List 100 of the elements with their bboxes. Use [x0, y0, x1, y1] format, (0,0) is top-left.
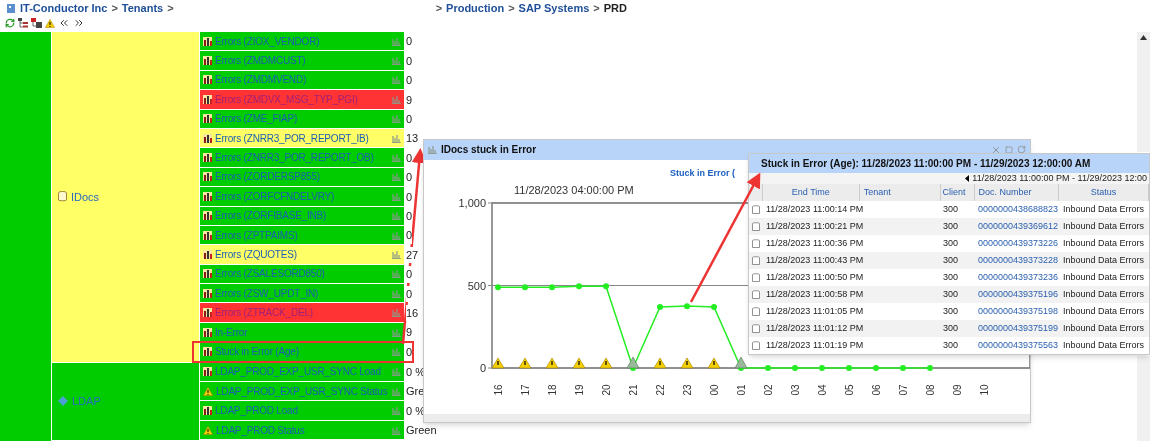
column-header[interactable]: Doc. Number	[975, 184, 1060, 201]
warning-icon[interactable]	[491, 357, 505, 369]
metric-cell[interactable]: Errors (ZORDERSP855)	[200, 167, 404, 188]
metric-link[interactable]: Errors (ZMDMCUST)	[215, 53, 389, 69]
metric-link[interactable]: Errors (ZME_FIAP)	[215, 111, 389, 127]
trend-chart-icon[interactable]	[392, 386, 401, 396]
metric-cell[interactable]: LDAP_PROD Status	[200, 420, 404, 441]
trend-chart-icon[interactable]	[392, 269, 401, 279]
warning-icon[interactable]	[572, 357, 586, 369]
metric-cell[interactable]: Errors (ZQUOTES)	[200, 245, 404, 265]
metric-link[interactable]: LDAP_PROD Load	[215, 403, 389, 419]
trend-chart-icon[interactable]	[392, 56, 401, 66]
refresh-icon[interactable]	[1017, 145, 1026, 155]
double-left-icon[interactable]	[58, 17, 70, 29]
trend-chart-icon[interactable]	[392, 308, 401, 318]
metric-link[interactable]: LDAP_PROD_EXP_USR_SYNC Load	[215, 364, 389, 380]
scroll-up-icon[interactable]	[1140, 35, 1147, 40]
metric-link[interactable]: Errors (ZPTPAIMS)	[215, 227, 389, 243]
metric-link[interactable]: Errors (ZMDMVEND)	[215, 72, 389, 88]
metric-cell[interactable]: LDAP_PROD_EXP_USR_SYNC Status	[200, 382, 404, 402]
metric-link[interactable]: Errors (ZMDVX_MSG_TYP_PGI)	[215, 91, 389, 107]
trend-chart-icon[interactable]	[392, 133, 401, 143]
trend-chart-icon[interactable]	[392, 406, 401, 416]
trend-chart-icon[interactable]	[392, 425, 401, 435]
event-icon[interactable]	[734, 356, 748, 369]
metric-cell[interactable]: Errors (ZMDMCUST)	[200, 51, 404, 71]
metric-link[interactable]: LDAP_PROD_EXP_USR_SYNC Status	[216, 383, 389, 399]
metric-cell[interactable]: LDAP_PROD Load	[200, 401, 404, 421]
document-link[interactable]: 0000000439373226	[978, 237, 1059, 248]
metric-cell[interactable]: Errors (ZMDMVEND)	[200, 70, 404, 91]
metric-link[interactable]: In-Error	[215, 324, 389, 340]
metric-cell[interactable]: Errors (ZTRACK_DEL)	[200, 303, 404, 323]
metric-cell[interactable]: Errors (ZME_FIAP)	[200, 109, 404, 129]
metric-cell[interactable]: Errors (ZNRR3_POR_REPORT_OB)	[200, 148, 404, 168]
metric-cell[interactable]: LDAP_PROD_EXP_USR_SYNC Load	[200, 362, 404, 383]
trend-chart-icon[interactable]	[392, 36, 401, 46]
trend-chart-icon[interactable]	[392, 211, 401, 221]
tree-icon[interactable]	[18, 18, 28, 28]
metric-link[interactable]: Errors (ZORFCFNDELVRY)	[215, 188, 389, 204]
trend-chart-icon[interactable]	[392, 346, 401, 356]
breadcrumb-link[interactable]: Tenants	[121, 0, 164, 17]
metric-link[interactable]: LDAP_PROD Status	[216, 422, 389, 438]
scrollbar[interactable]	[1137, 32, 1150, 152]
metric-link[interactable]: Errors (ZORFIBASE_INB)	[215, 208, 389, 224]
column-header[interactable]: End Time	[762, 184, 860, 201]
metric-cell[interactable]: Errors (ZIOX_VENDOR)	[200, 32, 404, 52]
double-right-icon[interactable]	[73, 17, 85, 29]
document-link[interactable]: 0000000439373228	[978, 254, 1059, 265]
trend-chart-icon[interactable]	[428, 145, 437, 155]
metric-link[interactable]: Errors (ZNRR3_POR_REPORT_IB)	[215, 130, 389, 146]
metric-link[interactable]: Errors (ZNRR3_POR_REPORT_OB)	[215, 150, 389, 166]
document-link[interactable]: 0000000439369612	[978, 220, 1059, 231]
metric-cell[interactable]: Errors (ZNRR3_POR_REPORT_IB)	[200, 128, 404, 149]
warning-icon[interactable]	[680, 357, 694, 369]
metric-link[interactable]: Errors (ZTRACK_DEL)	[215, 305, 389, 321]
legend-link[interactable]: Stuck in Error (	[670, 167, 735, 178]
trend-chart-icon[interactable]	[392, 367, 401, 377]
trend-chart-icon[interactable]	[392, 94, 401, 104]
column-header[interactable]: Tenant	[859, 184, 941, 201]
close-icon[interactable]	[991, 144, 1001, 155]
breadcrumb-link[interactable]: Production	[446, 0, 505, 17]
trend-chart-icon[interactable]	[392, 230, 401, 240]
trend-chart-icon[interactable]	[392, 114, 401, 124]
event-icon[interactable]	[626, 356, 640, 369]
trend-chart-icon[interactable]	[392, 191, 401, 201]
breadcrumb-link[interactable]: IT-Conductor Inc	[20, 0, 108, 17]
metric-link[interactable]: Errors (ZSALESORD850)	[215, 266, 389, 282]
tree-icon[interactable]	[31, 18, 42, 28]
metric-link[interactable]: Errors (ZORDERSP855)	[215, 169, 389, 185]
document-link[interactable]: 0000000439373236	[978, 271, 1059, 282]
metric-cell[interactable]: Errors (ZSW_UPDT_IN)	[200, 284, 404, 304]
group-link[interactable]: IDocs	[71, 188, 100, 206]
metric-link[interactable]: Errors (ZQUOTES)	[215, 247, 389, 262]
metric-cell[interactable]: Errors (ZORFCFNDELVRY)	[200, 187, 404, 207]
warning-icon[interactable]	[599, 357, 613, 369]
document-link[interactable]: 0000000439375563	[978, 339, 1059, 350]
warning-icon[interactable]	[707, 357, 721, 369]
metric-cell[interactable]: Errors (ZORFIBASE_INB)	[200, 206, 404, 226]
trend-chart-icon[interactable]	[392, 250, 401, 259]
column-header[interactable]: Client	[940, 184, 976, 201]
column-header[interactable]: Status	[1059, 184, 1149, 201]
document-link[interactable]: 0000000439375198	[978, 305, 1059, 316]
previous-icon[interactable]	[965, 175, 970, 183]
document-link[interactable]: 0000000438688823	[978, 203, 1059, 214]
warning-icon[interactable]	[653, 357, 667, 369]
metric-link[interactable]: Errors (ZIOX_VENDOR)	[215, 33, 389, 49]
metric-link[interactable]: Stuck in Error (Age)	[215, 343, 389, 359]
metric-cell[interactable]: Errors (ZPTPAIMS)	[200, 225, 404, 246]
refresh-icon[interactable]	[5, 18, 15, 28]
breadcrumb-link[interactable]: SAP Systems	[518, 0, 590, 17]
trend-chart-icon[interactable]	[392, 75, 401, 85]
metric-link[interactable]: Errors (ZSW_UPDT_IN)	[215, 285, 389, 301]
document-link[interactable]: 0000000439375199	[978, 322, 1059, 333]
warning-icon[interactable]	[518, 357, 532, 369]
metric-cell[interactable]: Errors (ZMDVX_MSG_TYP_PGI)	[200, 90, 404, 110]
trend-chart-icon[interactable]	[392, 172, 401, 182]
trend-chart-icon[interactable]	[392, 288, 401, 298]
metric-cell[interactable]: Errors (ZSALESORD850)	[200, 264, 404, 285]
document-link[interactable]: 0000000439375196	[978, 288, 1059, 299]
metric-cell[interactable]: Stuck in Error (Age)	[200, 342, 404, 362]
